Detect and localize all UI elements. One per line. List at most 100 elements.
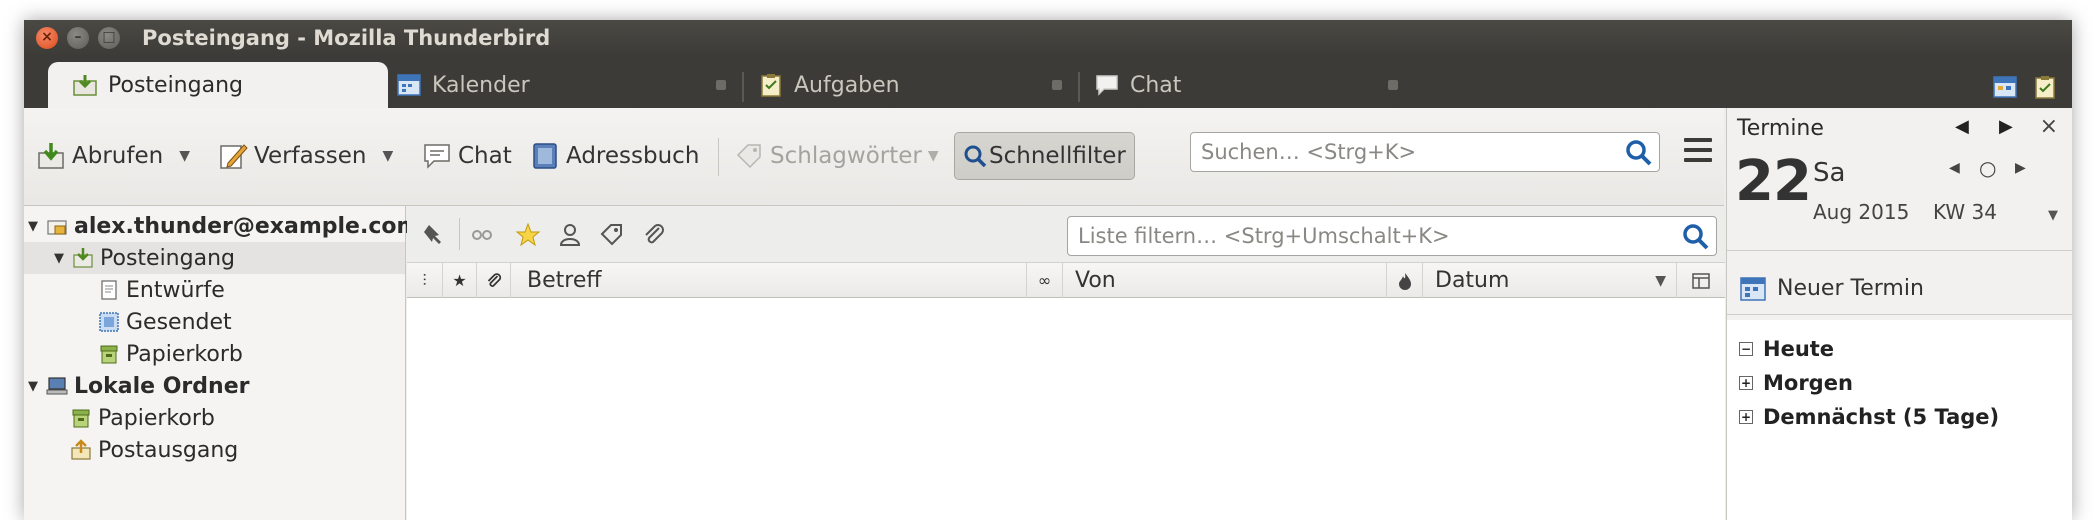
close-icon[interactable]: ×	[2040, 114, 2058, 139]
chevron-down-icon[interactable]: ▼	[382, 148, 393, 164]
tab-label: Posteingang	[108, 72, 243, 98]
pin-icon[interactable]	[421, 222, 447, 248]
tags-button[interactable]: Schlagwörter ▼	[734, 132, 939, 180]
address-book-label: Adressbuch	[566, 143, 700, 169]
column-from[interactable]: Von	[1063, 263, 1387, 298]
chevron-down-icon[interactable]: ▼	[2048, 208, 2058, 223]
agenda-tomorrow[interactable]: + Morgen	[1739, 368, 1853, 398]
unread-icon: ∞	[1037, 271, 1052, 290]
column-date[interactable]: Datum ▼	[1423, 263, 1677, 298]
compose-button[interactable]: Verfassen ▼	[218, 132, 393, 180]
app-menu-button[interactable]	[1684, 138, 1712, 164]
calendar-icon	[397, 74, 421, 96]
column-picker[interactable]	[1677, 263, 1725, 298]
get-messages-button[interactable]: Abrufen ▼	[36, 132, 190, 180]
chat-icon	[424, 144, 450, 169]
contact-icon[interactable]	[557, 222, 583, 248]
column-attachment[interactable]	[477, 263, 511, 298]
next-mode-icon[interactable]: ▶	[1999, 116, 2013, 137]
star-icon[interactable]	[515, 222, 541, 248]
title-bar: × – □ Posteingang - Mozilla Thunderbird	[24, 20, 2072, 56]
folder-pane: ▼ alex.thunder@example.com ▼ Posteingang…	[24, 206, 419, 520]
column-junk[interactable]	[1387, 263, 1423, 298]
expand-triangle-icon[interactable]: ▼	[28, 379, 42, 394]
tag-icon[interactable]	[599, 222, 625, 248]
chat-button[interactable]: Chat	[422, 132, 512, 180]
tab-label: Chat	[1130, 72, 1182, 98]
download-icon	[38, 143, 64, 169]
new-event-button[interactable]: Neuer Termin	[1739, 270, 1924, 306]
column-subject[interactable]: Betreff	[511, 263, 1027, 298]
attachment-icon[interactable]	[641, 222, 667, 248]
day-name: Sa	[1813, 158, 1846, 188]
chevron-down-icon[interactable]: ▼	[179, 148, 190, 164]
thread-icon: ⫶	[422, 270, 427, 290]
magnifier-icon	[964, 145, 987, 168]
message-list[interactable]	[407, 298, 1725, 520]
filter-list-input[interactable]: Liste filtern… <Strg+Umschalt+K>	[1067, 216, 1717, 256]
folder-label: Papierkorb	[126, 341, 243, 367]
calendar-today-icon[interactable]	[1992, 74, 2018, 100]
previous-day-icon[interactable]: ◀	[1949, 160, 1960, 176]
tab-pin-icon	[716, 80, 726, 90]
address-book-button[interactable]: Adressbuch	[530, 132, 699, 180]
quick-filter-button[interactable]: Schnellfilter	[954, 132, 1135, 180]
week-number: KW 34	[1933, 200, 1997, 224]
minimize-window-button[interactable]: –	[67, 27, 89, 49]
unread-icon[interactable]	[469, 222, 495, 248]
expand-icon[interactable]: +	[1739, 376, 1753, 390]
agenda-label: Heute	[1763, 337, 1835, 361]
compose-label: Verfassen	[254, 143, 367, 169]
folder-label: Gesendet	[126, 309, 232, 335]
minimize-icon: –	[74, 29, 82, 45]
column-thread[interactable]: ⫶	[407, 263, 443, 298]
column-date-label: Datum	[1435, 268, 1510, 293]
tab-posteingang[interactable]: Posteingang	[48, 62, 388, 108]
folder-local-folders[interactable]: ▼ Lokale Ordner	[28, 370, 249, 402]
chat-icon	[1096, 75, 1118, 96]
folder-inbox[interactable]: ▼ Posteingang	[24, 242, 405, 274]
divider	[1727, 250, 2072, 251]
tab-chat[interactable]: Chat	[1072, 62, 1408, 108]
global-search-input[interactable]: Suchen… <Strg+K>	[1190, 132, 1660, 172]
folder-drafts[interactable]: Entwürfe	[98, 274, 225, 306]
expand-icon[interactable]: +	[1739, 410, 1753, 424]
folder-label: Lokale Ordner	[74, 373, 250, 399]
tasks-today-icon[interactable]	[2032, 74, 2058, 100]
account-icon	[47, 220, 67, 235]
folder-local-trash[interactable]: Papierkorb	[70, 402, 215, 434]
search-icon[interactable]	[1625, 139, 1653, 167]
inbox-icon	[73, 248, 93, 268]
expand-triangle-icon[interactable]: ▼	[28, 219, 42, 234]
tab-label: Kalender	[432, 72, 530, 98]
collapse-icon[interactable]: −	[1739, 342, 1753, 356]
drafts-icon	[101, 280, 117, 300]
folder-sent[interactable]: Gesendet	[98, 306, 232, 338]
inbox-icon	[73, 75, 97, 96]
column-unread[interactable]: ∞	[1027, 263, 1063, 298]
folder-trash[interactable]: Papierkorb	[98, 338, 243, 370]
outbox-icon	[71, 439, 91, 460]
tab-pin-icon	[1052, 80, 1062, 90]
local-folders-icon	[46, 377, 68, 395]
close-window-button[interactable]: ×	[36, 27, 58, 49]
tab-kalender[interactable]: Kalender	[396, 62, 736, 108]
close-icon: ×	[41, 29, 53, 45]
agenda-list: − Heute + Morgen + Demnächst (5 Tage)	[1727, 320, 2072, 520]
quick-filter-bar: Liste filtern… <Strg+Umschalt+K>	[407, 206, 1725, 262]
column-starred[interactable]: ★	[443, 263, 477, 298]
quick-filter-label: Schnellfilter	[989, 143, 1126, 169]
next-day-icon[interactable]: ▶	[2015, 160, 2026, 176]
previous-mode-icon[interactable]: ◀	[1955, 116, 1969, 137]
today-pane-title: Termine	[1737, 115, 1824, 141]
tab-aufgaben[interactable]: Aufgaben	[736, 62, 1072, 108]
folder-account[interactable]: ▼ alex.thunder@example.com	[28, 210, 419, 242]
today-icon[interactable]: ○	[1979, 156, 1996, 180]
agenda-today[interactable]: − Heute	[1739, 334, 1834, 364]
folder-outbox[interactable]: Postausgang	[70, 434, 238, 466]
agenda-upcoming[interactable]: + Demnächst (5 Tage)	[1739, 402, 1999, 432]
tasks-icon	[761, 74, 781, 97]
expand-triangle-icon[interactable]: ▼	[54, 251, 68, 266]
search-icon[interactable]	[1682, 223, 1710, 251]
maximize-window-button[interactable]: □	[98, 27, 120, 49]
